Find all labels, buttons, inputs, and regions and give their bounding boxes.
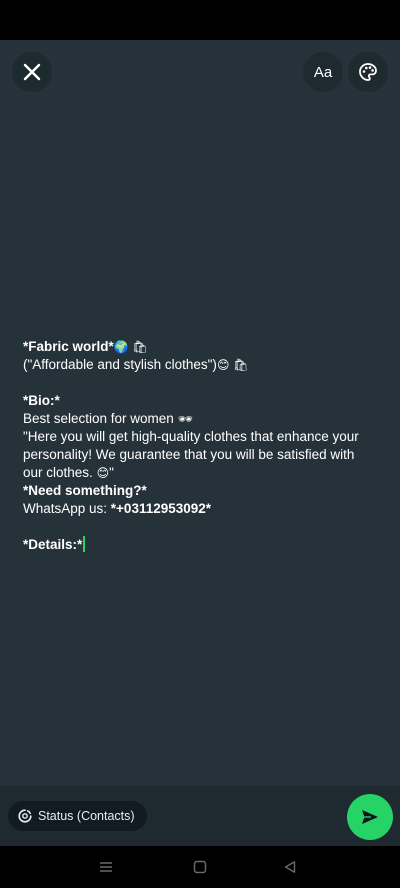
- composer-footer: Status (Contacts): [0, 786, 400, 846]
- menu-lines-icon: [100, 862, 112, 872]
- status-text-editor[interactable]: *Fabric world*🌍 🛍 ("Affordable and styli…: [23, 338, 375, 554]
- whatsapp-number: *+03112953092*: [110, 501, 212, 516]
- send-icon: [362, 810, 378, 824]
- text-line-details: *Details:*: [23, 536, 375, 554]
- back-triangle-icon: [284, 861, 296, 873]
- bio-quote-end: ": [109, 465, 114, 480]
- status-audience-button[interactable]: Status (Contacts): [8, 801, 147, 831]
- text-line-bio-heading: *Bio:*: [23, 392, 375, 410]
- text-line-need-heading: *Need something?*: [23, 482, 375, 500]
- text-line-bio-1: Best selection for women 🕶: [23, 410, 375, 428]
- smile-bag-emoji: 😊 🛍: [216, 358, 249, 372]
- text-cursor: [83, 536, 86, 552]
- system-status-bar: [0, 0, 400, 40]
- globe-bag-emoji: 🌍 🛍: [113, 340, 148, 354]
- bio-heading: *Bio:*: [23, 393, 60, 408]
- text-line-whatsapp: WhatsApp us: *+03112953092*: [23, 500, 375, 518]
- need-heading: *Need something?*: [23, 483, 147, 498]
- bio-line-text: Best selection for women: [23, 411, 174, 426]
- status-ring-icon: [18, 809, 32, 823]
- details-heading: *Details:*: [23, 537, 83, 552]
- font-style-label: Aa: [313, 63, 333, 81]
- system-navigation-bar: [0, 846, 400, 888]
- back-button[interactable]: [280, 857, 300, 877]
- shop-name: *Fabric world*: [23, 339, 114, 354]
- bio-quote-text: "Here you will get high-quality clothes …: [23, 429, 359, 480]
- whatsapp-label: WhatsApp us:: [23, 501, 111, 516]
- home-button[interactable]: [190, 857, 210, 877]
- status-audience-label: Status (Contacts): [38, 809, 135, 823]
- square-icon: [193, 860, 207, 874]
- background-color-button[interactable]: [348, 52, 388, 92]
- text-line-blank-1: [23, 374, 375, 392]
- close-icon: [23, 63, 41, 81]
- font-style-button[interactable]: Aa: [303, 52, 343, 92]
- text-line-title: *Fabric world*🌍 🛍: [23, 338, 375, 356]
- text-line-bio-quote: "Here you will get high-quality clothes …: [23, 428, 375, 482]
- tagline-text: ("Affordable and stylish clothes"): [23, 357, 217, 372]
- text-line-blank-2: [23, 518, 375, 536]
- smile-emoji: 😊: [96, 466, 110, 480]
- text-line-tagline: ("Affordable and stylish clothes")😊 🛍: [23, 356, 375, 374]
- close-button[interactable]: [12, 52, 52, 92]
- sunglasses-emoji: 🕶: [177, 412, 193, 426]
- status-composer-screen: Aa *Fabric world*🌍 🛍 ("Affordable and st…: [0, 0, 400, 888]
- recent-apps-button[interactable]: [96, 857, 116, 877]
- palette-icon: [359, 63, 377, 81]
- send-button[interactable]: [347, 794, 393, 840]
- status-canvas[interactable]: Aa *Fabric world*🌍 🛍 ("Affordable and st…: [0, 40, 400, 786]
